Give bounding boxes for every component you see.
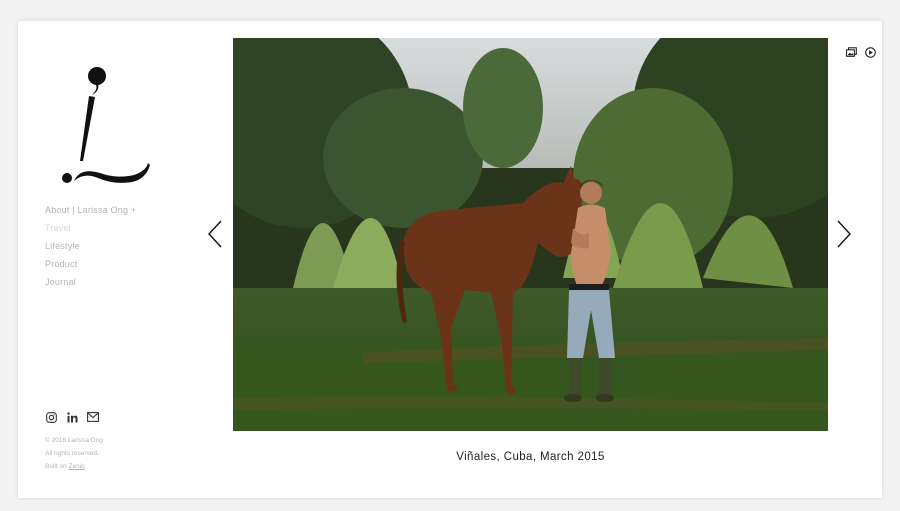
linkedin-icon[interactable] [66, 411, 78, 423]
previous-photo-button[interactable] [207, 220, 223, 248]
social-links [45, 411, 99, 423]
page-frame: About | Larissa Ong + Travel Lifestyle P… [18, 21, 882, 498]
footer-legal: © 2016 Larissa Ong All rights reserved. … [45, 434, 103, 473]
mail-icon[interactable] [87, 411, 99, 423]
gallery-icon[interactable] [846, 47, 857, 58]
play-icon[interactable] [865, 47, 876, 58]
rights-text: All rights reserved. [45, 450, 99, 457]
instagram-icon[interactable] [45, 411, 57, 423]
next-photo-button[interactable] [836, 220, 852, 248]
photo-image [233, 38, 828, 431]
chevron-left-icon [208, 220, 222, 248]
main-nav: About | Larissa Ong + Travel Lifestyle P… [45, 201, 136, 291]
nav-item-journal[interactable]: Journal [45, 273, 136, 291]
photo-caption: Viñales, Cuba, March 2015 [456, 451, 605, 463]
built-on-text: Built on [45, 463, 67, 470]
nav-item-about[interactable]: About | Larissa Ong + [45, 201, 136, 219]
platform-link[interactable]: Zenjo [69, 463, 85, 470]
chevron-right-icon [837, 220, 851, 248]
built-on-line: Built on Zenjo [45, 460, 103, 473]
gallery-controls [846, 47, 876, 58]
nav-item-product[interactable]: Product [45, 255, 136, 273]
logo-mark-icon [62, 67, 150, 183]
nav-item-travel[interactable]: Travel [45, 219, 136, 237]
nav-item-lifestyle[interactable]: Lifestyle [45, 237, 136, 255]
gallery-photo[interactable] [233, 38, 828, 431]
copyright-text: © 2016 Larissa Ong [45, 437, 103, 444]
site-logo[interactable] [58, 61, 153, 186]
